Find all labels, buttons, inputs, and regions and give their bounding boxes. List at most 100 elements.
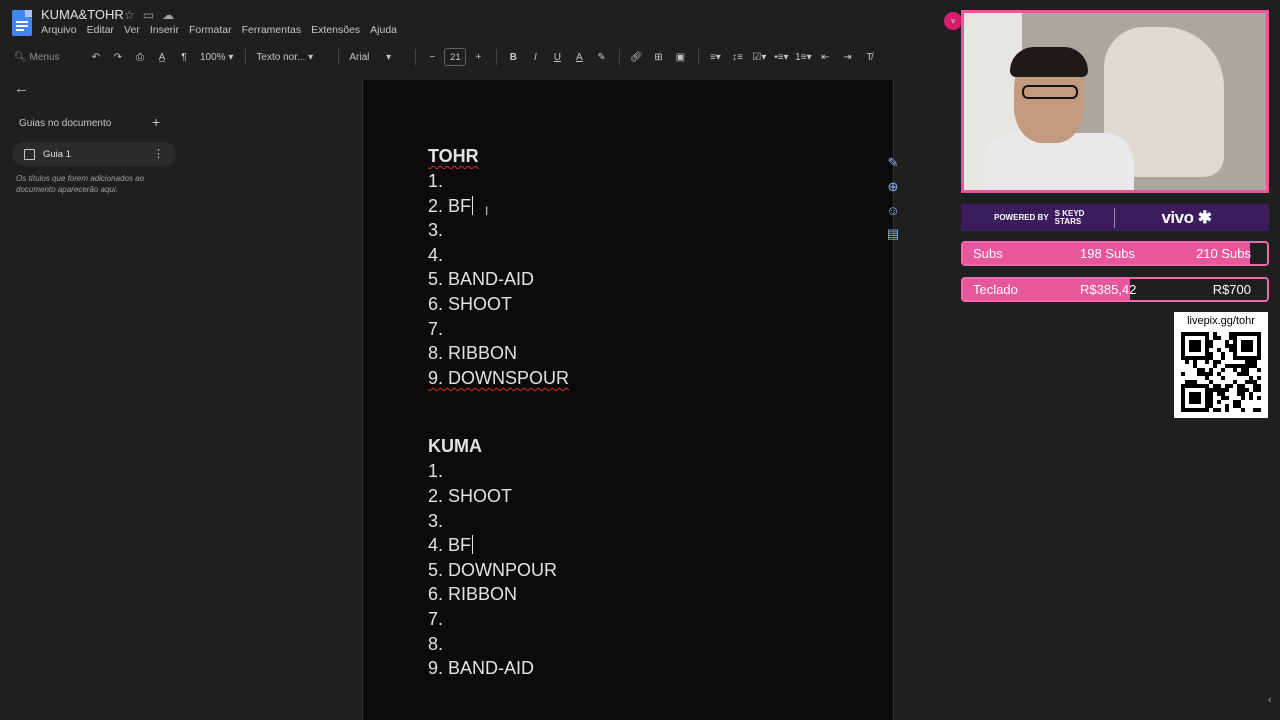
subs-goal-bar: Subs 198 Subs 210 Subs: [961, 241, 1269, 266]
suggest-edits-icon[interactable]: ▤: [887, 226, 899, 242]
sponsor-powered-by: POWERED BY: [994, 213, 1049, 222]
docs-logo-icon[interactable]: [12, 10, 32, 36]
menu-format[interactable]: Formatar: [189, 24, 232, 36]
menu-file[interactable]: Arquivo: [41, 24, 77, 36]
vivo-logo-text: vivo: [1161, 207, 1194, 227]
search-placeholder: Menus: [29, 51, 60, 63]
spellcheck-icon[interactable]: A̲: [152, 47, 172, 67]
align-icon[interactable]: ≡▾: [705, 47, 725, 67]
list-item: 3.: [428, 220, 444, 241]
back-arrow-icon[interactable]: ←: [14, 80, 29, 97]
goal-label: Teclado: [973, 282, 1018, 297]
edit-suggest-icon[interactable]: ✎: [888, 155, 899, 171]
link-icon[interactable]: 🔗︎: [626, 47, 646, 67]
print-icon[interactable]: ⎙: [130, 47, 150, 67]
font-select[interactable]: Arial ▾: [345, 47, 407, 67]
checklist-icon[interactable]: ☑▾: [749, 47, 769, 67]
document-page[interactable]: TOHR 1. 2. BF 3. 4. 5. BAND-AID 6. SHOOT…: [362, 80, 894, 720]
list-item-text: 2. BF: [428, 195, 472, 216]
numbered-list-icon[interactable]: 1≡▾: [793, 47, 813, 67]
decrease-font-size-icon[interactable]: −: [422, 47, 442, 67]
sponsor-logo: S KEYD STARS: [1055, 209, 1085, 226]
text-color-icon[interactable]: A: [569, 47, 589, 67]
menu-bar: Arquivo Editar Ver Inserir Formatar Ferr…: [41, 24, 397, 36]
mouse-ibeam-cursor: I: [485, 204, 489, 218]
add-tab-icon[interactable]: +: [152, 114, 160, 130]
chevron-down-icon: ▾: [386, 51, 392, 63]
font-size-input[interactable]: 21: [444, 48, 467, 66]
line-spacing-icon[interactable]: ↕≡: [727, 47, 747, 67]
menu-extensions[interactable]: Extensões: [311, 24, 360, 36]
menu-help[interactable]: Ajuda: [370, 24, 397, 36]
text-cursor: [472, 195, 474, 215]
list-item: 6. RIBBON: [428, 584, 518, 605]
add-comment-icon[interactable]: ⊕: [888, 179, 899, 195]
livepix-qr-panel: livepix.gg/tohr: [1174, 312, 1268, 418]
list-item: 4.: [428, 244, 444, 265]
highlight-icon[interactable]: ✎: [591, 47, 611, 67]
toolbar: 🔍︎ Menus ↶ ↷ ⎙ A̲ ¶ 100% ▾ Texto nor... …: [14, 46, 881, 68]
emoji-reaction-icon[interactable]: ☺: [886, 203, 899, 218]
list-item: 5. BAND-AID: [428, 269, 535, 290]
outline-tab-item[interactable]: Guia 1 ⋮: [12, 142, 176, 166]
move-folder-icon[interactable]: ▭: [143, 8, 154, 22]
list-item: 2. BF: [428, 194, 569, 219]
list-item: 7.: [428, 318, 444, 339]
list-item: 1.: [428, 171, 444, 191]
cloud-status-icon[interactable]: ☁: [162, 8, 174, 22]
list-item: 8. RIBBON: [428, 343, 518, 364]
chevron-down-icon: ▾: [228, 51, 234, 63]
chevron-down-icon: ▾: [308, 51, 314, 63]
paint-format-icon[interactable]: ¶: [174, 47, 194, 67]
decrease-indent-icon[interactable]: ⇤: [815, 47, 835, 67]
toolbar-divider: [415, 49, 417, 65]
menu-search[interactable]: 🔍︎ Menus: [14, 47, 72, 67]
star-icon[interactable]: ☆: [124, 8, 135, 22]
vivo-logo: vivo ✱: [1161, 207, 1212, 227]
teclado-goal-bar: Teclado R$385,42 R$700: [961, 277, 1269, 302]
zoom-select[interactable]: 100% ▾: [196, 47, 237, 67]
side-toolbar: ✎ ⊕ ☺ ▤: [880, 155, 906, 242]
toolbar-divider: [338, 49, 340, 65]
outline-tab-label: Guia 1: [43, 148, 71, 160]
list-item: 9. DOWNSPOUR: [428, 367, 570, 388]
bulleted-list-icon[interactable]: •≡▾: [771, 47, 791, 67]
font-value: Arial: [349, 51, 370, 63]
italic-icon[interactable]: I: [525, 47, 545, 67]
menu-edit[interactable]: Editar: [87, 24, 114, 36]
goal-target: R$700: [1212, 282, 1251, 297]
underline-icon[interactable]: U: [547, 47, 567, 67]
document-title[interactable]: KUMA&TOHR: [41, 7, 124, 22]
menu-view[interactable]: Ver: [124, 24, 140, 36]
goal-label: Subs: [973, 246, 1003, 261]
search-icon: 🔍︎: [14, 51, 27, 63]
more-options-icon[interactable]: ⋮: [153, 147, 164, 160]
increase-indent-icon[interactable]: ⇥: [837, 47, 857, 67]
document-tab-icon: [24, 148, 35, 160]
list-item: 6. SHOOT: [428, 293, 513, 314]
image-icon[interactable]: ▣: [670, 47, 690, 67]
style-select[interactable]: Texto nor... ▾: [252, 47, 330, 67]
list-item: 3.: [428, 510, 444, 531]
list-item: 1.: [428, 461, 444, 482]
list-item-text: 4. BF: [428, 535, 472, 556]
comment-icon[interactable]: ⊞: [648, 47, 668, 67]
menu-tools[interactable]: Ferramentas: [242, 24, 302, 36]
list-item: 8.: [428, 633, 444, 654]
section-heading: KUMA: [428, 436, 482, 457]
clear-formatting-icon[interactable]: T̸: [859, 47, 879, 67]
list-item: 5. DOWNPOUR: [428, 559, 558, 580]
redo-icon[interactable]: ↷: [108, 47, 128, 67]
section-heading: TOHR: [428, 146, 479, 166]
goal-target: 210 Subs: [1196, 246, 1251, 261]
undo-icon[interactable]: ↶: [86, 47, 106, 67]
increase-font-size-icon[interactable]: +: [468, 47, 488, 67]
list-item: 2. SHOOT: [428, 485, 513, 506]
qr-code-icon: [1181, 332, 1261, 412]
list-item: 4. BF: [428, 533, 569, 558]
scroll-chevron-icon[interactable]: ‹: [1268, 694, 1272, 706]
menu-insert[interactable]: Inserir: [150, 24, 179, 36]
document-body[interactable]: TOHR 1. 2. BF 3. 4. 5. BAND-AID 6. SHOOT…: [428, 144, 569, 681]
bold-icon[interactable]: B: [503, 47, 523, 67]
style-value: Texto nor...: [256, 51, 306, 63]
